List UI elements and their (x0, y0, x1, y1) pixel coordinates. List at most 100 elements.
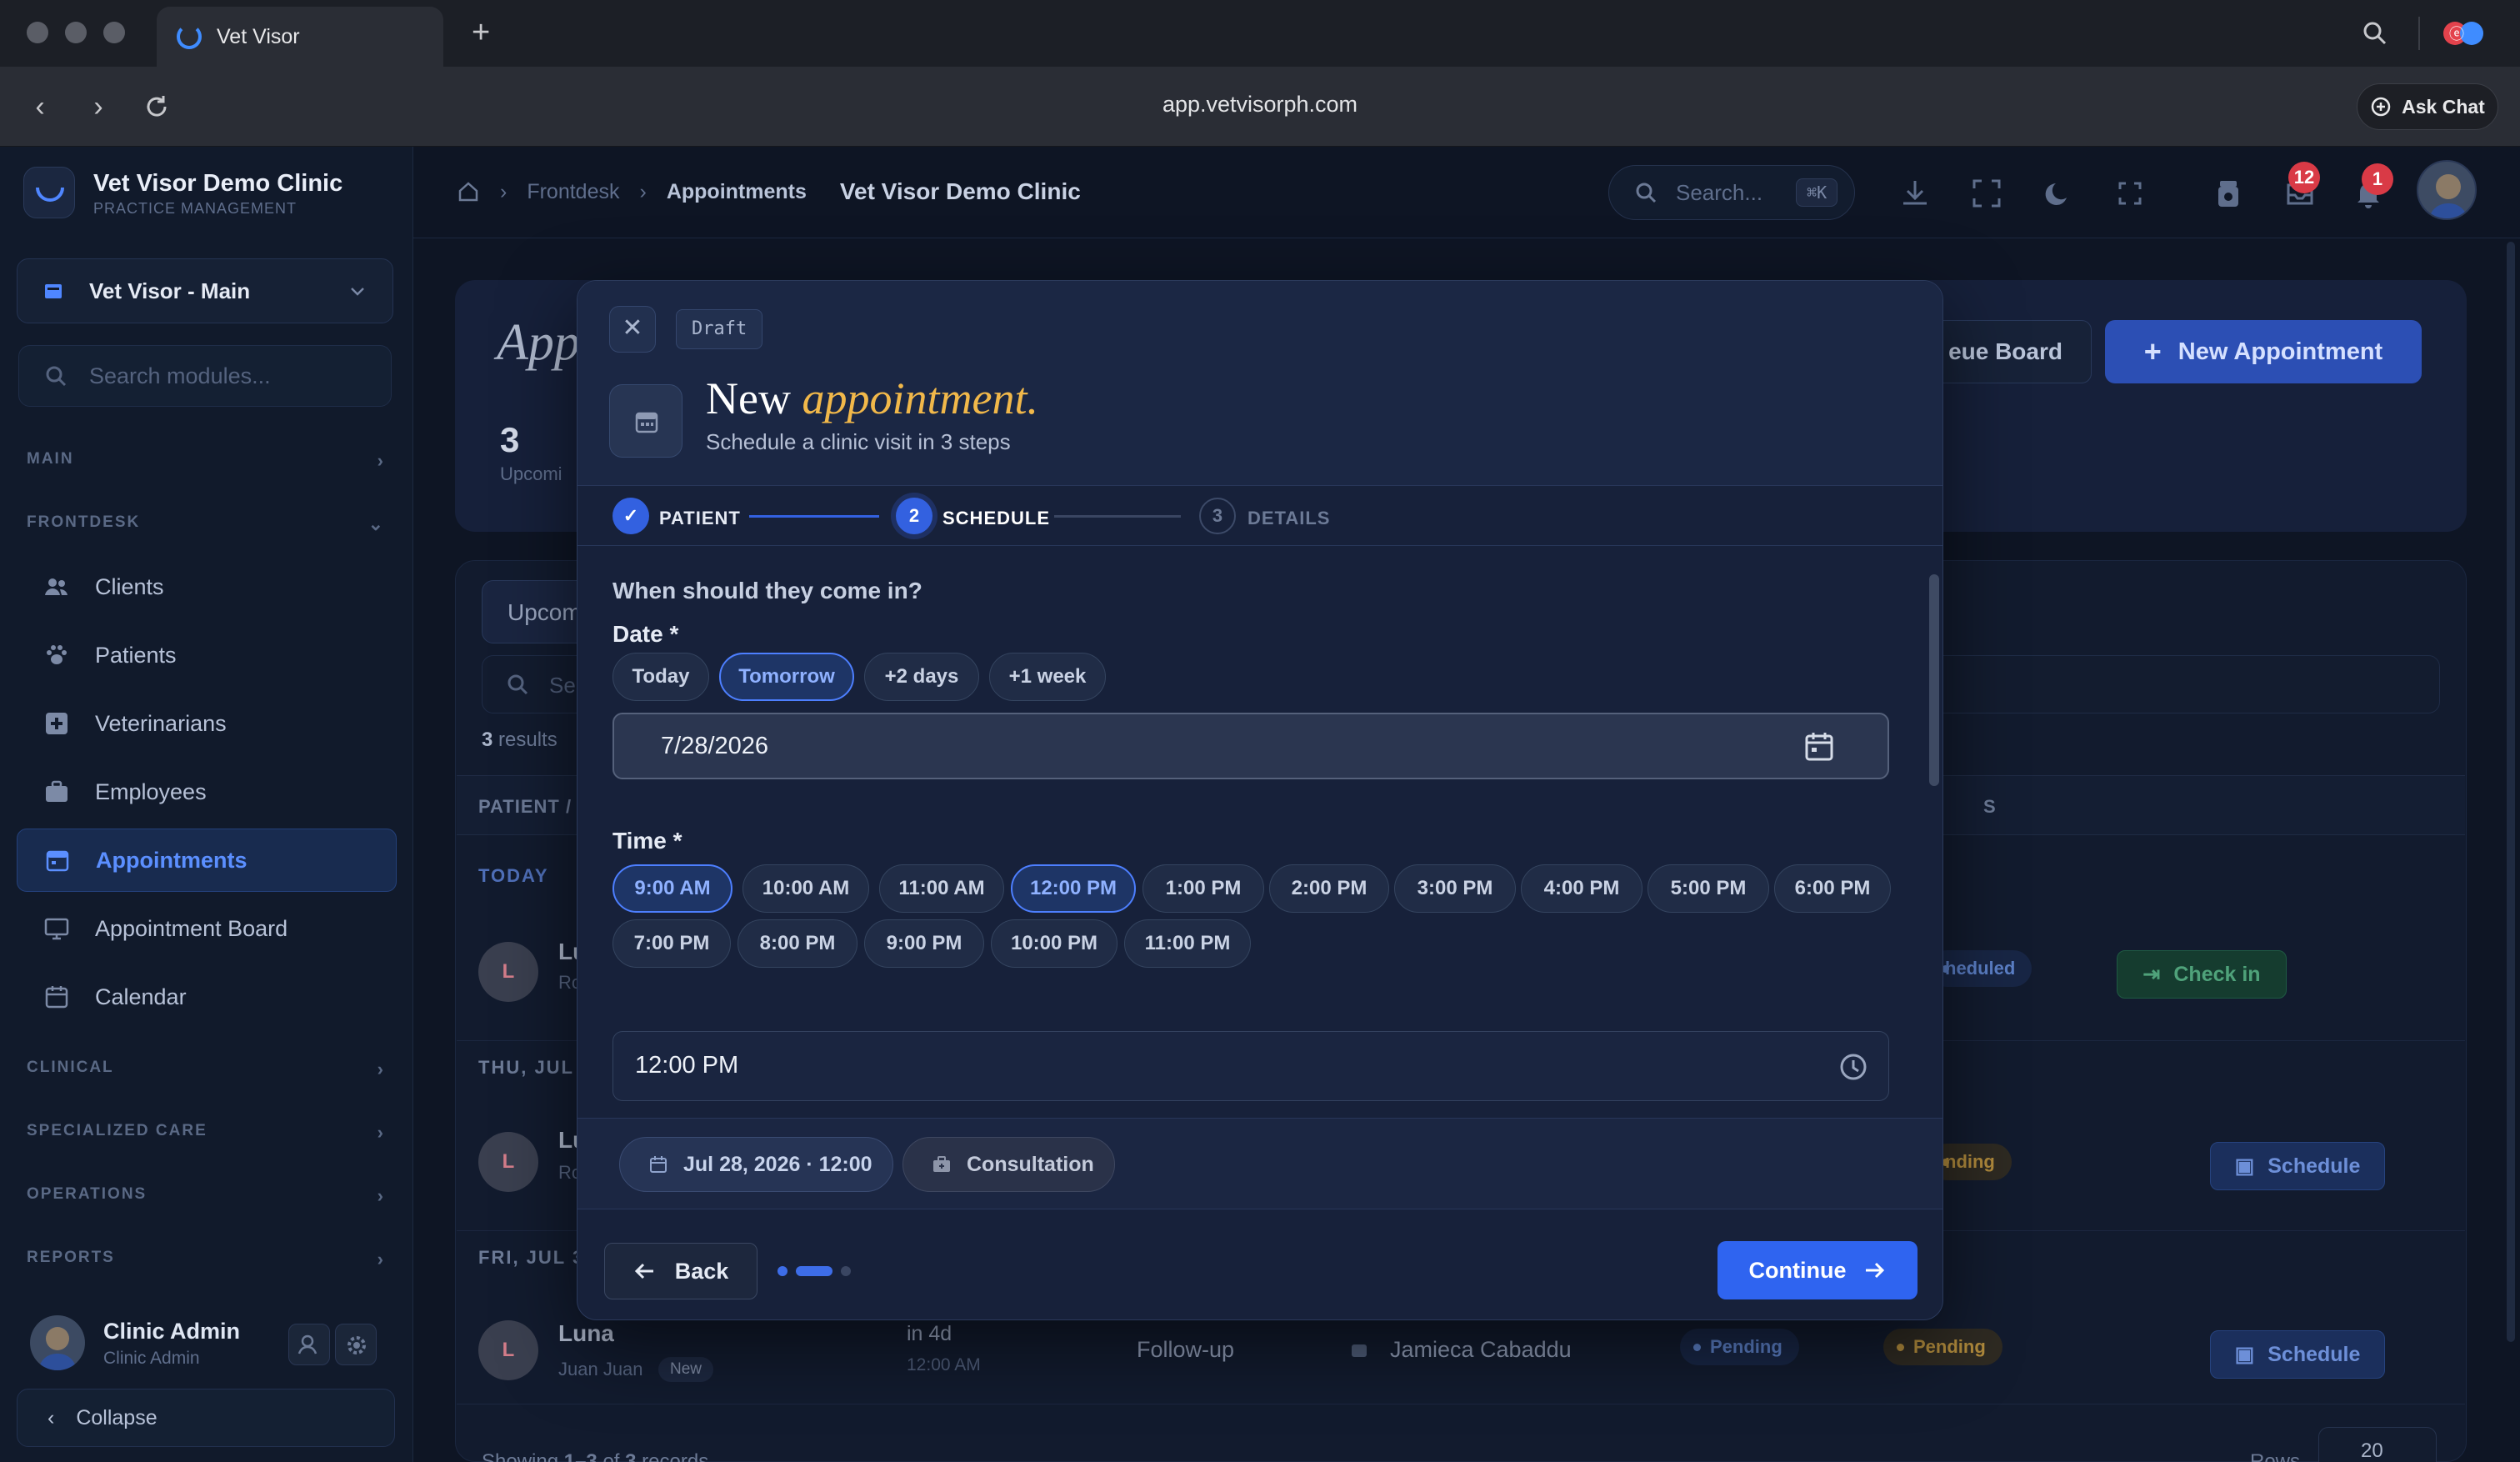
back-button[interactable]: Back (604, 1243, 758, 1299)
page-scrollbar[interactable] (2507, 242, 2515, 1342)
ask-chat-button[interactable]: Ask Chat (2357, 83, 2498, 130)
schedule-button[interactable]: ▣ Schedule (2210, 1330, 2385, 1379)
patient-avatar: L (478, 1320, 538, 1380)
sidebar-item-appointments[interactable]: Appointments (17, 829, 397, 892)
vet-icon (1352, 1344, 1367, 1357)
download-icon[interactable] (1898, 177, 1932, 210)
calendar-picker-icon[interactable] (1802, 729, 1836, 763)
continue-button[interactable]: Continue (1718, 1241, 1918, 1299)
date-chip-plus-2-days[interactable]: +2 days (864, 653, 979, 701)
toolbar-divider (2418, 17, 2420, 50)
module-search-input[interactable]: Search modules... (18, 345, 392, 407)
schedule-label: Schedule (2268, 1342, 2361, 1366)
section-clinical[interactable]: CLINICAL › (27, 1059, 385, 1079)
sidebar-item-label: Employees (95, 779, 207, 804)
home-icon[interactable] (457, 180, 480, 203)
minimize-window-dot[interactable] (65, 22, 87, 43)
drug-bottle-icon[interactable] (2212, 177, 2245, 210)
sidebar-item-calendar[interactable]: Calendar (17, 965, 397, 1029)
branch-select[interactable]: Vet Visor - Main (17, 258, 393, 323)
check-in-button[interactable]: ⇥ Check in (2117, 950, 2287, 999)
step-details-label[interactable]: DETAILS (1248, 508, 1330, 529)
time-chip-1pm[interactable]: 1:00 PM (1142, 864, 1264, 913)
sidebar-item-patients[interactable]: Patients (17, 623, 397, 687)
breadcrumb-frontdesk[interactable]: Frontdesk (527, 180, 619, 204)
section-specialized-care[interactable]: SPECIALIZED CARE › (27, 1122, 385, 1143)
sidebar-item-label: Calendar (95, 984, 187, 1009)
time-chip-4pm[interactable]: 4:00 PM (1521, 864, 1642, 913)
time-chip-12pm[interactable]: 12:00 PM (1011, 864, 1136, 913)
arrow-right-icon (1866, 1262, 1885, 1279)
time-chip-10pm[interactable]: 10:00 PM (991, 919, 1118, 968)
moon-icon[interactable] (2042, 177, 2075, 210)
step-schedule-label[interactable]: SCHEDULE (942, 508, 1050, 529)
date-chip-today[interactable]: Today (612, 653, 709, 701)
browser-tab-bar: Vet Visor + ⓔ (0, 0, 2520, 67)
switch-user-button[interactable] (288, 1324, 330, 1365)
section-main[interactable]: MAIN › (27, 450, 385, 471)
section-operations[interactable]: OPERATIONS › (27, 1185, 385, 1206)
date-chip-tomorrow[interactable]: Tomorrow (719, 653, 854, 701)
zoom-window-dot[interactable] (103, 22, 125, 43)
arrow-left-icon (634, 1263, 653, 1279)
step-details-number[interactable]: 3 (1199, 498, 1236, 534)
user-avatar[interactable] (30, 1315, 85, 1370)
new-appointment-button[interactable]: + New Appointment (2105, 320, 2422, 383)
profile-avatar[interactable] (2417, 160, 2477, 220)
schedule-button[interactable]: ▣ Schedule (2210, 1142, 2385, 1190)
time-chip-3pm[interactable]: 3:00 PM (1394, 864, 1516, 913)
sidebar-item-employees[interactable]: Employees (17, 760, 397, 824)
sidebar-item-veterinarians[interactable]: Veterinarians (17, 692, 397, 755)
time-chip-7pm[interactable]: 7:00 PM (612, 919, 731, 968)
clock-icon[interactable] (1838, 1052, 1868, 1082)
section-reports[interactable]: REPORTS › (27, 1249, 385, 1269)
sidebar-item-label: Veterinarians (95, 710, 227, 736)
sidebar-item-clients[interactable]: Clients (17, 555, 397, 618)
step-patient-label[interactable]: PATIENT (659, 508, 741, 529)
close-icon: ✕ (622, 314, 643, 342)
plus-icon: + (2143, 334, 2162, 368)
column-patient[interactable]: PATIENT / (478, 796, 572, 818)
time-chip-11am[interactable]: 11:00 AM (879, 864, 1004, 913)
date-chip-plus-1-week[interactable]: +1 week (989, 653, 1106, 701)
step-schedule-number[interactable]: 2 (896, 498, 932, 534)
step-indicator: ✓ PATIENT 2 SCHEDULE 3 DETAILS (578, 486, 1942, 546)
sidebar-item-appointment-board[interactable]: Appointment Board (17, 897, 397, 960)
url-field[interactable]: app.vetvisorph.com (0, 92, 2520, 118)
draft-badge: Draft (676, 309, 763, 349)
column-status[interactable]: S (1983, 796, 1997, 818)
time-chip-9pm[interactable]: 9:00 PM (864, 919, 984, 968)
date-field[interactable]: 7/28/2026 (612, 713, 1889, 779)
selection-summary: Jul 28, 2026 · 12:00 Consultation (578, 1118, 1942, 1209)
section-frontdesk[interactable]: FRONTDESK ⌄ (27, 513, 385, 534)
sidebar-item-label: Appointment Board (95, 915, 288, 941)
patient-name[interactable]: Luna (558, 1320, 614, 1347)
expand-icon[interactable] (1970, 177, 2003, 210)
collapse-sidebar-button[interactable]: ‹ Collapse (17, 1389, 395, 1447)
time-chip-11pm[interactable]: 11:00 PM (1124, 919, 1251, 968)
close-modal-button[interactable]: ✕ (609, 306, 656, 353)
status-badge: Pending (1680, 1329, 1799, 1365)
time-chip-8pm[interactable]: 8:00 PM (738, 919, 858, 968)
time-chip-9am[interactable]: 9:00 AM (612, 864, 732, 913)
time-field[interactable]: 12:00 PM (612, 1031, 1889, 1101)
new-tab-button[interactable]: + (472, 15, 490, 51)
browser-tab[interactable]: Vet Visor (157, 7, 443, 67)
global-search-input[interactable]: Search... ⌘K (1608, 165, 1855, 220)
fullscreen-icon[interactable] (2113, 177, 2147, 210)
step-patient-check-icon[interactable]: ✓ (612, 498, 649, 534)
sidebar-item-label: Appointments (96, 847, 248, 873)
settings-button[interactable] (335, 1324, 377, 1365)
time-chip-5pm[interactable]: 5:00 PM (1648, 864, 1769, 913)
rows-per-page-select[interactable]: 20 (2318, 1427, 2437, 1462)
status-badge: heduled (1928, 950, 2032, 987)
close-window-dot[interactable] (27, 22, 48, 43)
time-chip-6pm[interactable]: 6:00 PM (1774, 864, 1891, 913)
summary-datetime-chip: Jul 28, 2026 · 12:00 (619, 1137, 893, 1192)
paw-icon (47, 645, 67, 664)
modal-scrollbar[interactable] (1929, 574, 1939, 786)
time-chip-2pm[interactable]: 2:00 PM (1269, 864, 1389, 913)
time-chip-10am[interactable]: 10:00 AM (742, 864, 869, 913)
search-tabs-icon[interactable] (2360, 18, 2390, 48)
extension-icon[interactable]: ⓔ (2438, 17, 2490, 50)
